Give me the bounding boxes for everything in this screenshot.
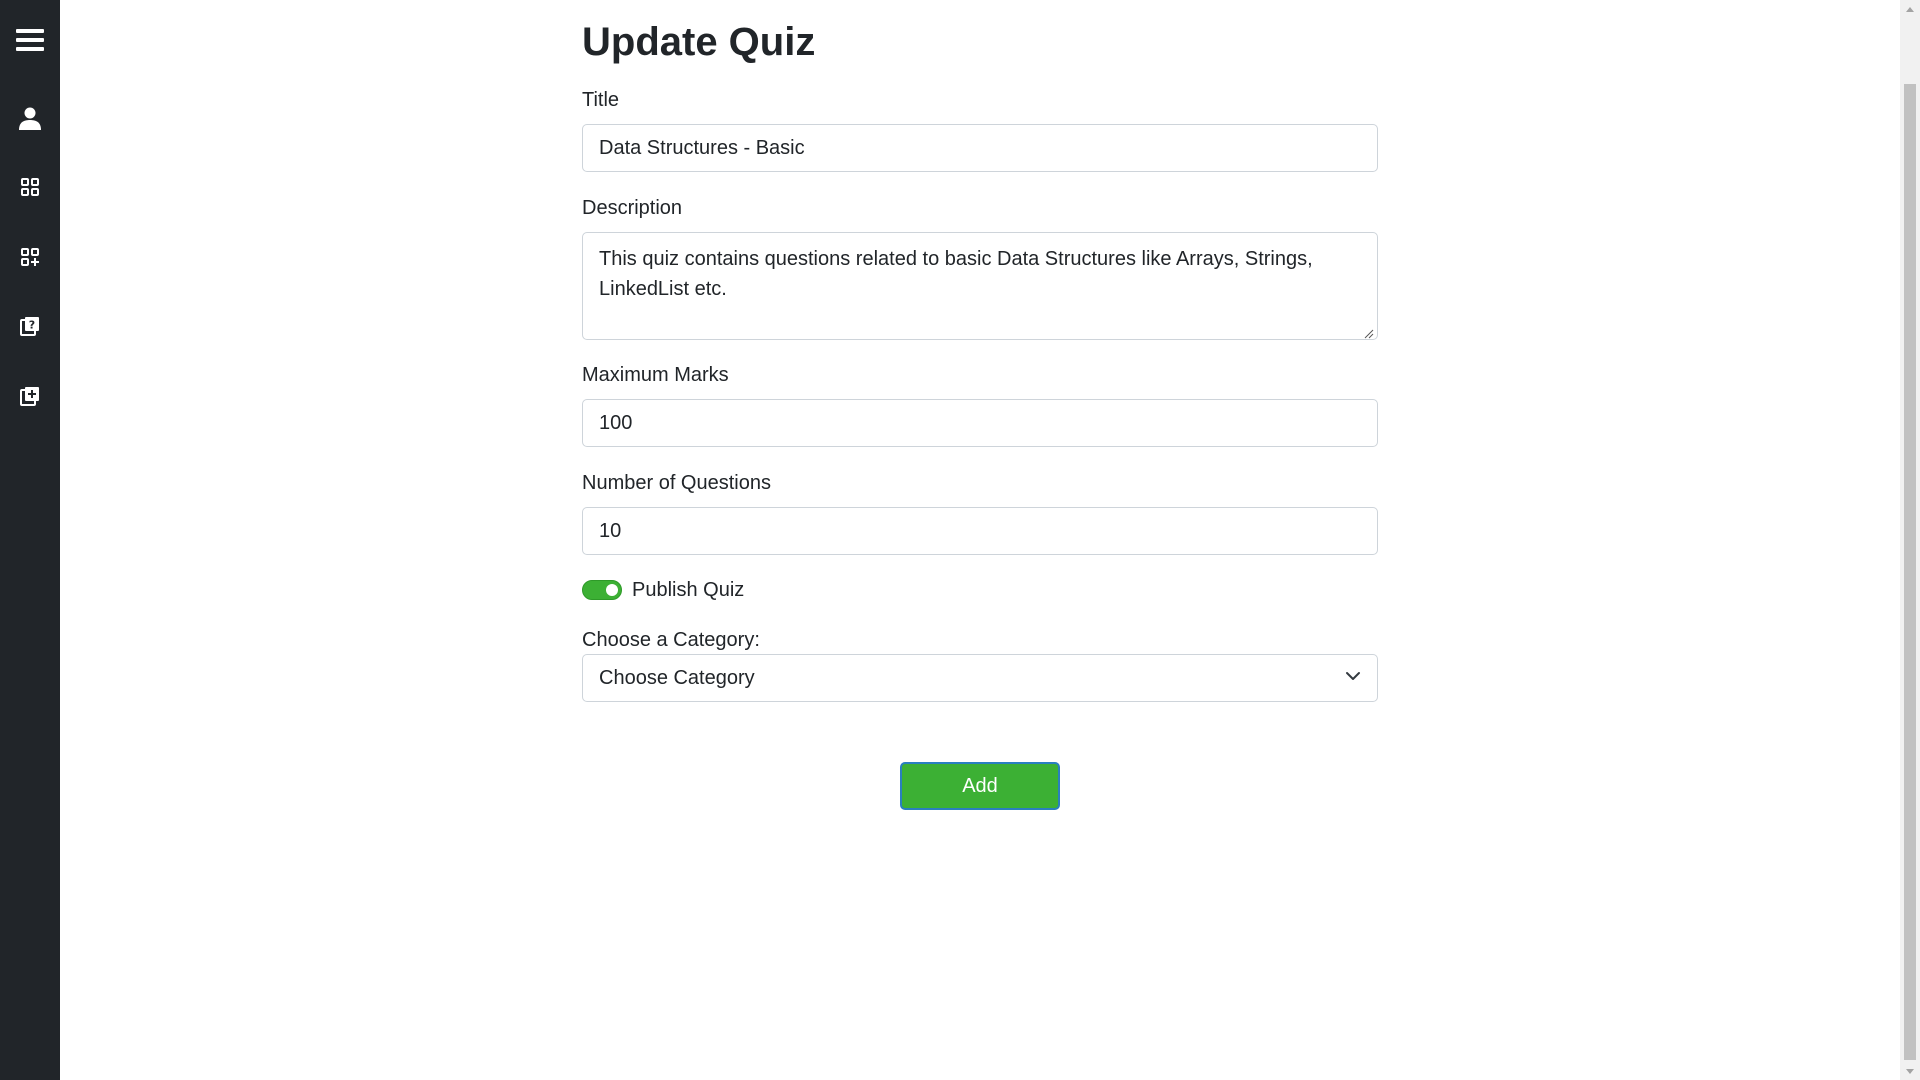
scroll-up-icon[interactable] <box>1900 0 1920 17</box>
user-icon <box>18 106 42 130</box>
title-label: Title <box>582 89 620 111</box>
page-scrollbar[interactable] <box>1900 0 1920 1080</box>
resize-handle-icon[interactable] <box>1364 326 1374 339</box>
add-quiz-icon <box>20 386 40 406</box>
sidebar-item-categories[interactable] <box>0 167 60 207</box>
publish-label: Publish Quiz <box>632 579 745 601</box>
sidebar-item-add-category[interactable] <box>0 237 60 277</box>
scroll-down-icon[interactable] <box>1900 1063 1920 1080</box>
add-category-icon <box>20 247 40 267</box>
max-marks-input[interactable] <box>582 399 1378 447</box>
scrollbar-thumb[interactable] <box>1904 84 1916 1060</box>
quiz-icon: ? <box>20 316 40 336</box>
publish-toggle-row: Publish Quiz <box>582 578 744 602</box>
category-select[interactable]: Choose Category <box>582 654 1378 702</box>
sidebar-item-add-quiz[interactable] <box>0 376 60 416</box>
sidebar-item-quizzes[interactable]: ? <box>0 306 60 346</box>
chevron-down-icon <box>1345 667 1361 690</box>
menu-icon <box>16 28 44 52</box>
svg-text:?: ? <box>29 319 35 332</box>
description-label: Description <box>582 197 683 219</box>
category-selected-value: Choose Category <box>599 666 755 689</box>
title-input[interactable] <box>582 124 1378 172</box>
num-questions-label: Number of Questions <box>582 472 771 494</box>
sidebar-item-profile[interactable] <box>0 98 60 138</box>
publish-toggle[interactable] <box>582 580 622 600</box>
page-title: Update Quiz <box>582 20 816 64</box>
categories-grid-icon <box>20 177 40 197</box>
add-button[interactable]: Add <box>900 762 1060 810</box>
menu-toggle-button[interactable] <box>0 20 60 60</box>
description-field-wrap: This quiz contains questions related to … <box>582 232 1378 340</box>
max-marks-label: Maximum Marks <box>582 364 729 386</box>
toggle-knob <box>606 584 618 596</box>
app-root: ? Update Quiz Title Description This qui… <box>0 0 1920 1080</box>
category-label: Choose a Category: <box>582 629 760 651</box>
num-questions-input[interactable] <box>582 507 1378 555</box>
sidebar: ? <box>0 0 60 1080</box>
description-textarea[interactable]: This quiz contains questions related to … <box>582 232 1378 340</box>
